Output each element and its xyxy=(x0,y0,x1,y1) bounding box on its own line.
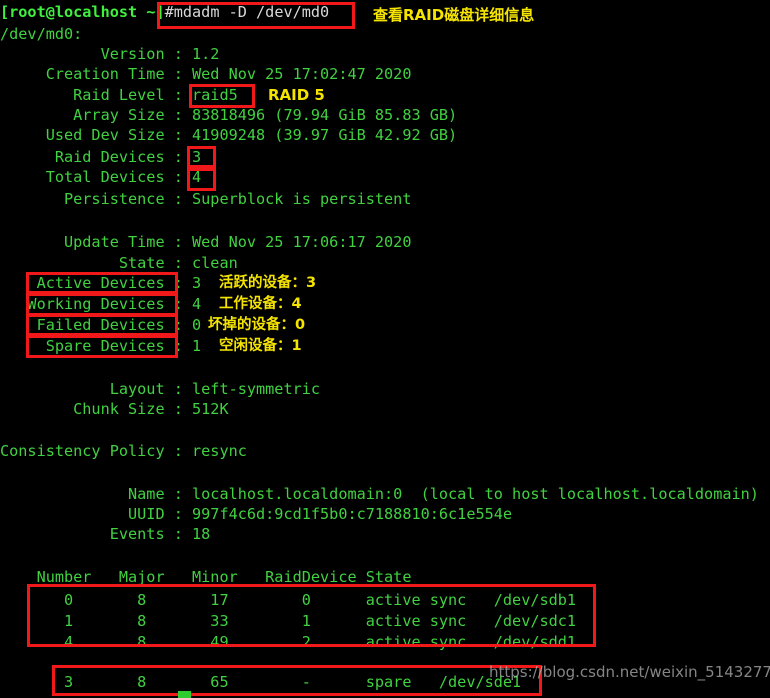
output-line: Events : 18 xyxy=(0,525,211,543)
output-line: Active Devices : 3 xyxy=(0,274,202,292)
annotation-active-devices: 活跃的设备：3 xyxy=(219,275,317,291)
table-row-spare: 3 8 65 - spare /dev/sde1 xyxy=(0,673,522,691)
annotation-spare-devices: 空闲设备：1 xyxy=(219,338,302,354)
terminal-cursor xyxy=(178,691,191,698)
prompt-symbol: # xyxy=(164,3,174,21)
output-line: Persistence : Superblock is persistent xyxy=(0,190,412,208)
output-line: Used Dev Size : 41909248 (39.97 GiB 42.9… xyxy=(0,126,458,144)
output-line: Update Time : Wed Nov 25 17:06:17 2020 xyxy=(0,233,412,251)
output-line: Spare Devices : 1 xyxy=(0,337,202,355)
annotation-title: 查看RAID磁盘详细信息 xyxy=(373,6,535,24)
output-line: Raid Devices : 3 xyxy=(0,148,202,166)
output-line: Consistency Policy : resync xyxy=(0,442,247,460)
annotation-working-devices: 工作设备：4 xyxy=(219,296,302,312)
output-line: Layout : left-symmetric xyxy=(0,380,321,398)
output-line: UUID : 997f4c6d:9cd1f5b0:c7188810:6c1e55… xyxy=(0,505,513,523)
watermark: https://blog.csdn.net/weixin_51432770 xyxy=(489,663,770,681)
output-line: Version : 1.2 xyxy=(0,45,220,63)
output-line: Chunk Size : 512K xyxy=(0,400,229,418)
terminal-window: [root@localhost ~]#mdadm -D /dev/md0 /de… xyxy=(0,0,770,698)
command-text[interactable]: mdadm -D /dev/md0 xyxy=(174,3,329,21)
terminal-output: [root@localhost ~]#mdadm -D /dev/md0 /de… xyxy=(0,0,770,698)
table-header-row: Number Major Minor RaidDevice State xyxy=(0,568,412,586)
annotation-raid-level: RAID 5 xyxy=(268,86,325,104)
output-line: Raid Level : raid5 xyxy=(0,86,238,104)
output-line: Array Size : 83818496 (79.94 GiB 85.83 G… xyxy=(0,106,458,124)
table-row: 4 8 49 2 active sync /dev/sdd1 xyxy=(0,633,577,651)
table-row: 0 8 17 0 active sync /dev/sdb1 xyxy=(0,591,577,609)
output-line: /dev/md0: xyxy=(0,25,83,43)
output-line: State : clean xyxy=(0,254,238,272)
prompt-line: [root@localhost ~]#mdadm -D /dev/md0 xyxy=(0,2,329,22)
output-line: Failed Devices : 0 xyxy=(0,316,202,334)
output-line: Working Devices : 4 xyxy=(0,295,202,313)
output-line: Name : localhost.localdomain:0 (local to… xyxy=(0,485,759,503)
shell-prompt: [root@localhost ~] xyxy=(0,3,165,21)
annotation-failed-devices: 坏掉的设备：0 xyxy=(208,317,306,333)
table-row: 1 8 33 1 active sync /dev/sdc1 xyxy=(0,612,577,630)
output-line: Creation Time : Wed Nov 25 17:02:47 2020 xyxy=(0,65,412,83)
output-line: Total Devices : 4 xyxy=(0,168,202,186)
